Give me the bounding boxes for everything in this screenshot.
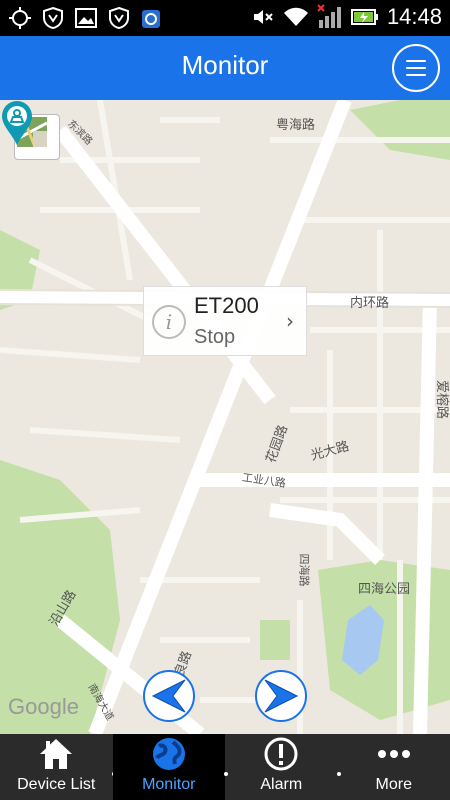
action-bar: Monitor <box>0 36 450 100</box>
home-icon <box>38 736 74 772</box>
chevron-right-icon: › <box>286 309 294 333</box>
menu-icon <box>406 60 426 62</box>
map-base <box>0 100 450 734</box>
arrow-right-icon <box>264 679 299 713</box>
tab-label: Monitor <box>142 776 196 793</box>
wifi-icon <box>283 7 308 26</box>
tab-alarm[interactable]: Alarm <box>225 734 341 800</box>
tab-label: Alarm <box>260 776 303 793</box>
more-dots-icon <box>376 736 412 772</box>
globe-icon <box>151 736 187 772</box>
status-bar: 14:48 <box>0 0 450 36</box>
system-icons: 14:48 <box>251 4 442 30</box>
device-location-marker[interactable] <box>0 100 34 146</box>
exclamation-icon <box>263 736 299 772</box>
map-view[interactable]: 粤海路 内环路 花园路 光大路 工业八路 四海路 四海公园 沿山路 南海大道 东… <box>0 100 450 734</box>
road-label-aiyu: 爱榕路 <box>434 379 450 420</box>
clock: 14:48 <box>386 4 442 29</box>
bottom-tab-bar: Device List Monitor Alarm More <box>0 734 450 800</box>
road-label-neihuan: 内环路 <box>350 296 390 311</box>
battery-icon <box>350 9 378 25</box>
device-status: Stop <box>194 326 236 348</box>
tab-device-list[interactable]: Device List <box>0 734 116 800</box>
notification-icons <box>8 6 162 30</box>
page-title: Monitor <box>181 50 269 80</box>
vpn-shield-icon <box>43 6 63 30</box>
info-icon: i <box>152 305 186 339</box>
signal-icon <box>317 4 341 28</box>
device-info-card[interactable]: i ET200 Stop › <box>143 286 307 356</box>
menu-icon-line <box>406 67 426 69</box>
previous-device-button[interactable] <box>143 670 195 722</box>
google-attribution: Google <box>8 694 79 719</box>
road-label-yuehai: 粤海路 <box>276 118 316 133</box>
mute-icon <box>253 10 273 24</box>
arrow-left-icon <box>151 679 186 713</box>
tab-more[interactable]: More <box>338 734 450 800</box>
vpn-shield-icon-2 <box>109 6 129 30</box>
app-notification-icon <box>142 10 160 28</box>
tab-label: More <box>375 776 412 793</box>
tab-monitor[interactable]: Monitor <box>112 734 228 800</box>
road-label-sihai: 四海路 <box>297 553 311 587</box>
device-name: ET200 <box>194 293 259 318</box>
tab-label: Device List <box>17 776 96 793</box>
park-label-sihai: 四海公园 <box>358 582 411 597</box>
next-device-button[interactable] <box>255 670 307 722</box>
menu-button[interactable] <box>392 44 440 92</box>
menu-icon-line <box>406 74 426 76</box>
gps-icon <box>9 7 31 29</box>
image-icon <box>75 8 97 28</box>
